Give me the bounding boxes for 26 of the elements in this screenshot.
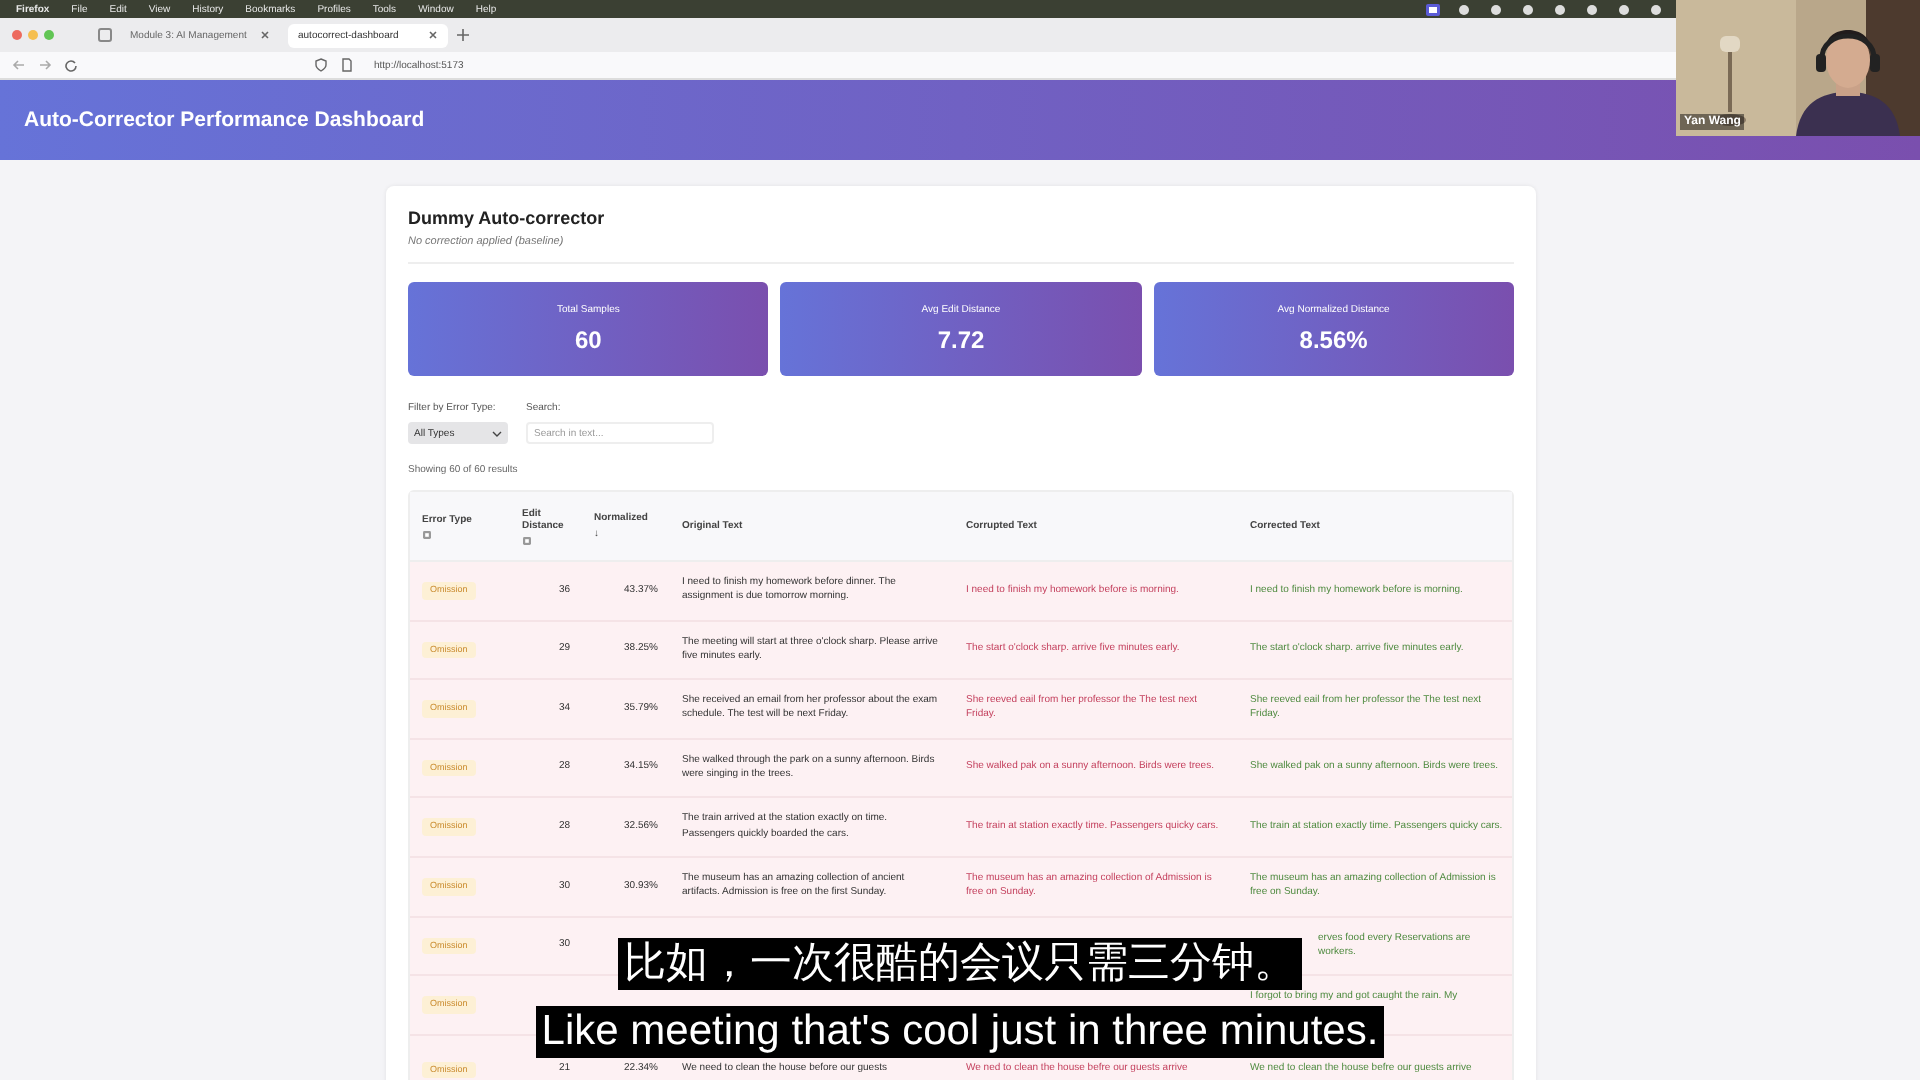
close-icon[interactable] <box>260 30 270 40</box>
info-icon[interactable] <box>522 535 532 545</box>
status-icon[interactable] <box>1554 3 1568 15</box>
chevron-icon <box>492 429 502 437</box>
status-icon[interactable] <box>1650 3 1664 15</box>
panel-title: Dummy Auto-corrector <box>408 208 607 228</box>
page-icon <box>340 58 354 72</box>
screen-share-icon[interactable] <box>1426 3 1440 15</box>
reload-icon[interactable] <box>64 58 78 72</box>
page-title: Auto-Corrector Performance Dashboard <box>24 108 425 132</box>
sidebar-icon[interactable] <box>98 28 112 42</box>
status-icon[interactable] <box>1586 3 1600 15</box>
stat-value: 7.72 <box>937 326 985 354</box>
close-icon[interactable] <box>428 30 438 40</box>
status-icon[interactable] <box>1490 3 1504 15</box>
status-icon[interactable] <box>1522 3 1536 15</box>
caption: Like meeting that's cool just in three minutes. <box>535 1006 1385 1058</box>
stat-value: 60 <box>574 326 602 354</box>
plus-icon[interactable] <box>456 28 470 42</box>
stat-value: 8.56% <box>1299 326 1368 354</box>
info-icon[interactable] <box>422 529 432 539</box>
status-icon[interactable] <box>1618 3 1632 15</box>
status-icon[interactable] <box>1458 3 1472 15</box>
window-controls[interactable] <box>12 30 54 40</box>
caption: 比如，一次很酷的会议只需三分钟。 <box>618 938 1302 990</box>
shield-icon[interactable] <box>314 58 328 72</box>
